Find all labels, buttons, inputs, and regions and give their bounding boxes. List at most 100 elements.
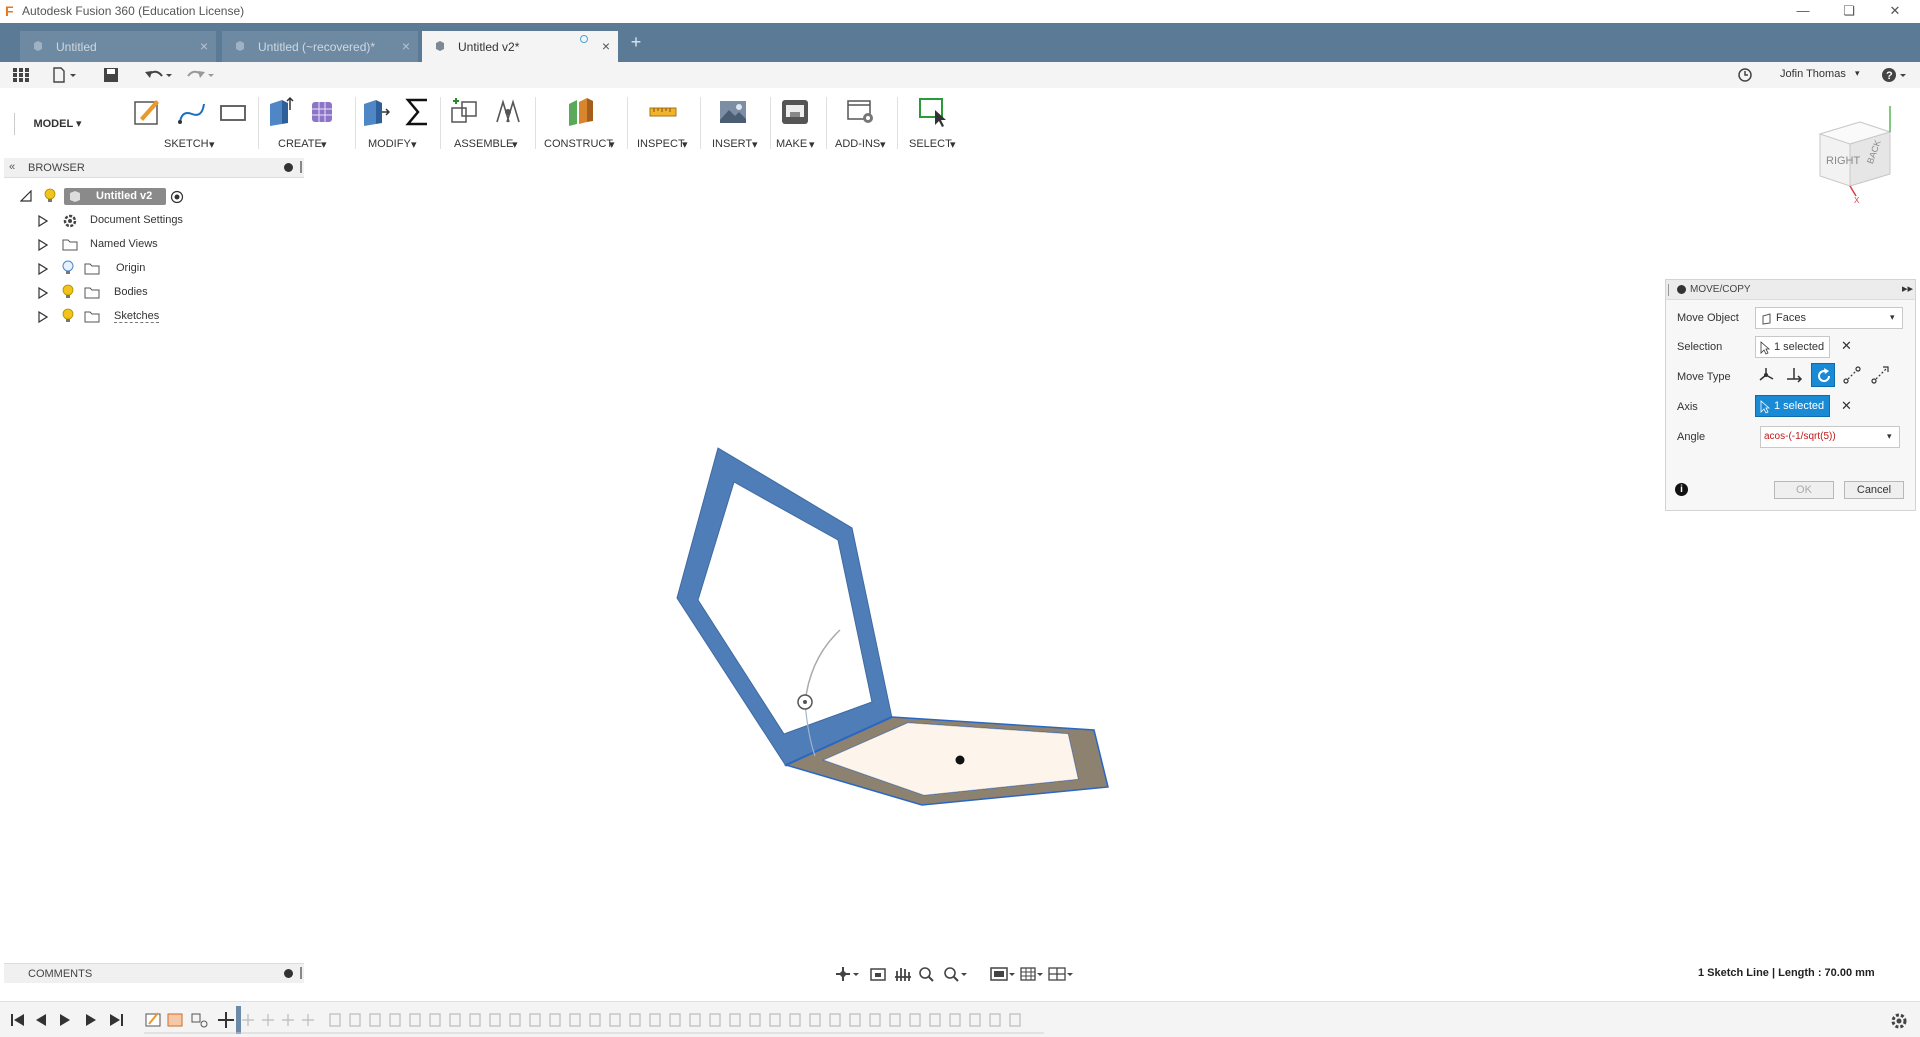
sketch-feature-icon[interactable] (145, 1012, 161, 1027)
angle-input[interactable]: acos-(-1/sqrt(5)) ▾ (1760, 426, 1900, 448)
new-component-icon[interactable] (450, 96, 480, 128)
timeline-marker[interactable] (236, 1006, 241, 1034)
expand-triangle-icon[interactable] (38, 239, 48, 251)
expand-dialog-icon[interactable]: ▸▸ (1902, 282, 1913, 295)
create-menu[interactable]: CREATE (278, 138, 322, 150)
ok-button[interactable]: OK (1774, 481, 1834, 499)
select-menu[interactable]: SELECT (909, 138, 952, 150)
lightbulb-off-icon[interactable] (62, 260, 74, 276)
viewcube[interactable]: RIGHT BACK X (1810, 104, 1920, 204)
expand-triangle-icon[interactable] (38, 215, 48, 227)
tree-item-origin[interactable]: Origin (20, 258, 320, 280)
model-viewport[interactable] (660, 440, 1120, 820)
measure-icon[interactable] (648, 96, 678, 128)
active-component-radio-icon[interactable] (170, 190, 184, 204)
panel-resize-handle[interactable] (300, 161, 302, 173)
form-icon[interactable] (308, 96, 338, 128)
line-tool-icon[interactable] (176, 96, 206, 128)
timeline-features[interactable] (144, 1006, 1044, 1036)
tree-item-document-settings[interactable]: Document Settings (20, 210, 320, 232)
dialog-header[interactable]: MOVE/COPY ▸▸ (1666, 280, 1915, 300)
play-icon[interactable] (60, 1014, 70, 1026)
add-ins-menu[interactable]: ADD-INS (835, 138, 880, 150)
axis-field[interactable]: 1 selected (1755, 395, 1830, 417)
new-tab-button[interactable]: + (625, 31, 647, 53)
comments-panel[interactable]: COMMENTS (4, 963, 304, 983)
expanded-triangle-icon[interactable] (20, 190, 32, 202)
suppressed-features[interactable] (242, 1013, 1021, 1027)
construct-menu[interactable]: CONSTRUCT (544, 138, 613, 150)
viewcube-right-label[interactable]: RIGHT (1826, 155, 1861, 167)
expand-triangle-icon[interactable] (38, 311, 48, 323)
offset-plane-icon[interactable] (565, 96, 595, 128)
make-menu[interactable]: MAKE (776, 138, 807, 150)
insert-menu[interactable]: INSERT (712, 138, 752, 150)
close-button[interactable]: ✕ (1872, 0, 1918, 23)
extrude-icon[interactable] (266, 96, 296, 128)
scripts-addins-icon[interactable] (846, 96, 876, 128)
add-comment-icon[interactable] (284, 969, 293, 978)
go-to-end-icon[interactable] (110, 1014, 123, 1026)
panel-resize-handle[interactable] (300, 967, 302, 979)
step-back-icon[interactable] (36, 1014, 46, 1026)
tree-root[interactable]: Untitled v2 (20, 186, 320, 208)
close-icon[interactable]: × (602, 38, 610, 54)
help-icon[interactable]: ? (1878, 66, 1912, 84)
joint-icon[interactable] (493, 96, 523, 128)
clear-selection-icon[interactable]: ✕ (1841, 338, 1852, 354)
timeline-settings-gear-icon[interactable] (1888, 1010, 1910, 1032)
file-icon[interactable] (50, 66, 80, 84)
viewports-icon[interactable] (1048, 967, 1073, 981)
create-sketch-icon[interactable] (132, 96, 162, 128)
point-to-point-icon[interactable] (1841, 364, 1863, 386)
go-to-start-icon[interactable] (11, 1014, 24, 1026)
close-icon[interactable]: × (200, 38, 208, 54)
pin-icon[interactable] (284, 163, 293, 172)
collapse-panel-icon[interactable]: « (9, 161, 15, 173)
lightbulb-icon[interactable] (62, 308, 74, 324)
zoom-icon[interactable] (919, 967, 934, 982)
parameters-icon[interactable] (402, 96, 432, 128)
inspect-menu[interactable]: INSPECT (637, 138, 685, 150)
app-grid-icon[interactable] (10, 66, 32, 84)
insert-image-icon[interactable] (718, 96, 748, 128)
move-feature-icon[interactable] (191, 1013, 208, 1028)
press-pull-icon[interactable] (360, 96, 390, 128)
step-forward-icon[interactable] (86, 1014, 96, 1026)
orbit-icon[interactable] (836, 967, 859, 981)
move-object-select[interactable]: Faces ▾ (1755, 307, 1903, 329)
assemble-menu[interactable]: ASSEMBLE (454, 138, 513, 150)
active-move-feature-icon[interactable] (218, 1012, 234, 1028)
redo-icon[interactable] (184, 66, 218, 84)
cancel-button[interactable]: Cancel (1844, 481, 1904, 499)
zoom-window-icon[interactable] (944, 967, 967, 982)
clock-icon[interactable] (1734, 66, 1756, 84)
pan-icon[interactable] (895, 968, 911, 981)
grid-settings-icon[interactable] (1020, 967, 1043, 981)
select-icon[interactable] (918, 96, 948, 128)
tree-item-bodies[interactable]: Bodies (20, 282, 320, 304)
look-at-icon[interactable] (870, 968, 886, 981)
rotation-arc[interactable] (804, 629, 841, 704)
restore-button[interactable]: ❏ (1826, 0, 1872, 23)
point-to-position-icon[interactable] (1869, 364, 1891, 386)
save-icon[interactable] (100, 66, 122, 84)
user-menu[interactable]: Jofin Thomas (1780, 68, 1846, 80)
display-settings-icon[interactable] (990, 967, 1015, 981)
sketch-menu[interactable]: SKETCH (164, 138, 209, 150)
expand-triangle-icon[interactable] (38, 287, 48, 299)
translate-icon[interactable] (1783, 364, 1805, 386)
expand-triangle-icon[interactable] (38, 263, 48, 275)
tab-untitled-recovered[interactable]: Untitled (~recovered)* × (222, 31, 418, 62)
rotated-face[interactable] (676, 447, 893, 767)
free-move-icon[interactable] (1755, 364, 1777, 386)
rotate-move-type-button[interactable] (1811, 363, 1835, 387)
close-icon[interactable]: × (402, 38, 410, 54)
tab-untitled-v2[interactable]: Untitled v2* × (422, 31, 618, 62)
minimize-button[interactable]: — (1780, 0, 1826, 23)
tree-item-sketches[interactable]: Sketches (20, 306, 320, 328)
3d-print-icon[interactable] (780, 96, 810, 128)
undo-icon[interactable] (142, 66, 176, 84)
drag-handle[interactable] (1668, 284, 1670, 296)
selection-field[interactable]: 1 selected (1755, 336, 1830, 358)
